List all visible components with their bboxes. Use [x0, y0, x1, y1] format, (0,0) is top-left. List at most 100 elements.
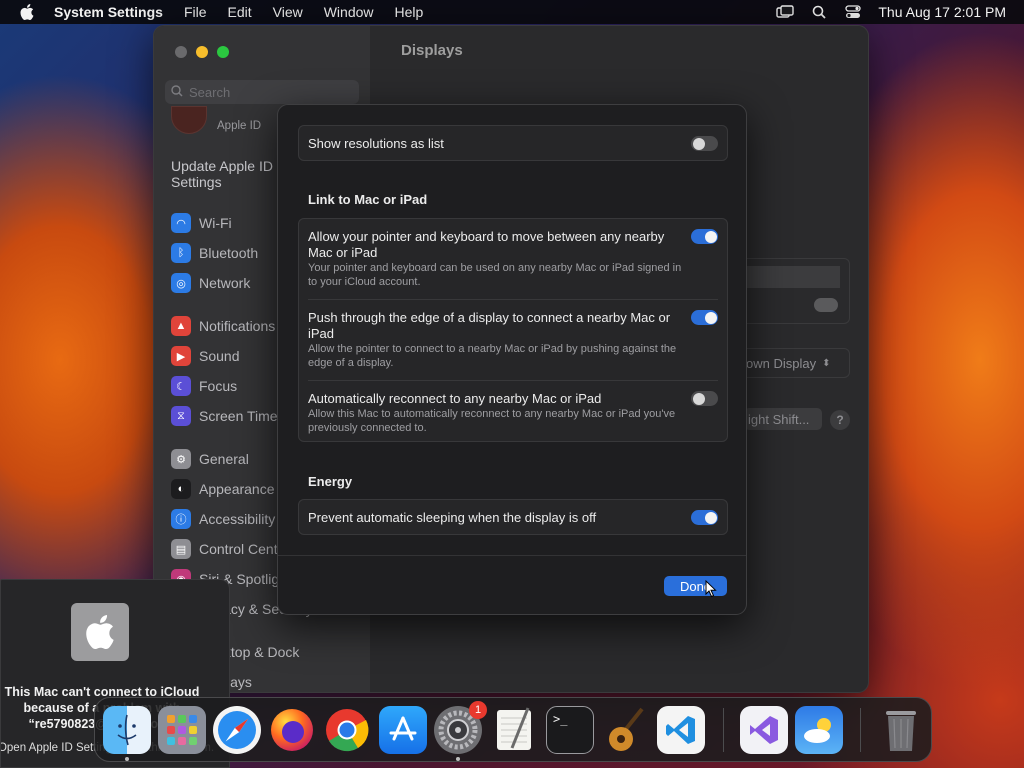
screen-mirroring-icon[interactable] — [776, 4, 795, 20]
apple-id-label: Apple ID — [217, 120, 262, 132]
menu-bar: System Settings File Edit View Window He… — [0, 0, 1024, 24]
gear-icon: ⚙ — [171, 449, 191, 469]
done-button[interactable]: Done — [664, 576, 727, 596]
display-popup[interactable]: own Display ⬍ — [744, 348, 850, 378]
night-shift-button[interactable]: ight Shift... — [744, 408, 822, 430]
terminal-prompt: >_ — [553, 712, 568, 726]
dock: 1 >_ — [94, 697, 932, 762]
globe-icon: ◎ — [171, 273, 191, 293]
sidebar-item-screen-time[interactable]: ⧖ Screen Time — [171, 404, 278, 428]
moon-icon: ☾ — [171, 376, 191, 396]
footer-divider — [278, 555, 746, 556]
sidebar-item-bluetooth[interactable]: ᛒ Bluetooth — [171, 241, 258, 265]
minimize-window-button[interactable] — [196, 46, 208, 58]
auto-reconnect-row: Automatically reconnect to any nearby Ma… — [299, 381, 727, 443]
trash-icon[interactable] — [877, 706, 925, 754]
sidebar-item-notifications[interactable]: ▲ Notifications — [171, 314, 275, 338]
push-through-row: Push through the edge of a display to co… — [299, 300, 727, 380]
firefox-icon[interactable] — [268, 706, 316, 754]
app-store-icon[interactable] — [379, 706, 427, 754]
accessibility-icon: ⓘ — [171, 509, 191, 529]
link-group: Allow your pointer and keyboard to move … — [298, 218, 728, 442]
running-indicator — [125, 757, 129, 761]
close-window-button[interactable] — [175, 46, 187, 58]
launchpad-icon[interactable] — [158, 706, 206, 754]
system-settings-icon[interactable]: 1 — [434, 701, 487, 754]
menu-file[interactable]: File — [184, 4, 207, 20]
menu-help[interactable]: Help — [395, 4, 424, 20]
finder-icon[interactable] — [103, 706, 151, 754]
apple-menu-icon[interactable] — [20, 4, 34, 20]
search-input[interactable] — [189, 84, 349, 100]
control-centre-icon[interactable] — [844, 4, 862, 20]
auto-reconnect-desc: Allow this Mac to automatically reconnec… — [308, 408, 676, 434]
sidebar-item-appearance[interactable]: ◐ Appearance — [171, 477, 275, 501]
sidebar-item-sound[interactable]: ▶ Sound — [171, 344, 239, 368]
vscode-icon[interactable] — [657, 706, 705, 754]
auto-reconnect-toggle[interactable] — [691, 391, 718, 406]
safari-icon[interactable] — [213, 706, 261, 754]
menu-app-name[interactable]: System Settings — [54, 4, 163, 20]
auto-reconnect-label: Automatically reconnect to any nearby Ma… — [308, 391, 602, 406]
dock-separator — [723, 708, 724, 752]
sidebar-item-label: Accessibility — [199, 511, 276, 527]
terminal-icon[interactable]: >_ — [546, 706, 594, 754]
help-button[interactable]: ? — [830, 410, 850, 430]
mouse-pointer-icon — [705, 580, 717, 598]
search-icon — [171, 84, 183, 100]
speaker-icon: ▶ — [171, 346, 191, 366]
garageband-icon[interactable] — [602, 706, 650, 754]
sidebar-item-label: Notifications — [199, 318, 276, 334]
sidebar-item-control-centre[interactable]: ▤ Control Centre — [171, 537, 290, 561]
chevron-updown-icon: ⬍ — [822, 357, 831, 369]
pointer-keyboard-row: Allow your pointer and keyboard to move … — [299, 219, 727, 299]
menu-bar-clock[interactable]: Thu Aug 17 2:01 PM — [878, 4, 1006, 20]
prevent-sleep-label: Prevent automatic sleeping when the disp… — [308, 510, 597, 525]
sidebar-item-wi-fi[interactable]: ◠ Wi-Fi — [171, 211, 232, 235]
zoom-window-button[interactable] — [217, 46, 229, 58]
sidebar-item-accessibility[interactable]: ⓘ Accessibility — [171, 507, 275, 531]
prevent-sleep-row: Prevent automatic sleeping when the disp… — [299, 500, 727, 536]
running-indicator — [456, 757, 460, 761]
visual-studio-icon[interactable] — [740, 706, 788, 754]
show-resolutions-toggle[interactable] — [691, 136, 718, 151]
show-resolutions-row: Show resolutions as list — [299, 126, 727, 162]
menu-edit[interactable]: Edit — [228, 4, 252, 20]
weather-icon[interactable] — [795, 706, 843, 754]
apple-logo-icon — [71, 603, 129, 661]
pointer-keyboard-label: Allow your pointer and keyboard to move … — [308, 229, 665, 260]
pointer-keyboard-desc: Your pointer and keyboard can be used on… — [308, 262, 682, 288]
hourglass-icon: ⧖ — [171, 406, 191, 426]
advanced-displays-sheet: Show resolutions as list Link to Mac or … — [277, 104, 747, 615]
notification-badge: 1 — [469, 701, 487, 719]
prevent-sleep-toggle[interactable] — [691, 510, 718, 525]
sidebar-item-general[interactable]: ⚙ General — [171, 447, 249, 471]
control-centre-icon: ▤ — [171, 539, 191, 559]
page-title: Displays — [401, 42, 463, 59]
update-apple-id-link[interactable]: Update Apple ID Settings — [171, 158, 291, 190]
textedit-icon[interactable] — [490, 706, 538, 754]
push-through-toggle[interactable] — [691, 310, 718, 325]
sidebar-item-focus[interactable]: ☾ Focus — [171, 374, 237, 398]
sidebar-item-network[interactable]: ◎ Network — [171, 271, 250, 295]
chrome-icon[interactable] — [323, 706, 371, 754]
brightness-slider[interactable] — [744, 266, 840, 288]
link-section-heading: Link to Mac or iPad — [308, 192, 428, 207]
energy-section-heading: Energy — [308, 474, 353, 489]
menu-view[interactable]: View — [273, 4, 303, 20]
energy-group: Prevent automatic sleeping when the disp… — [298, 499, 728, 535]
wifi-icon: ◠ — [171, 213, 191, 233]
sidebar-search[interactable] — [165, 80, 359, 104]
sidebar-item-label: General — [199, 451, 249, 467]
display-popup-label: own Display — [746, 355, 817, 371]
menu-window[interactable]: Window — [324, 4, 374, 20]
bluetooth-icon: ᛒ — [171, 243, 191, 263]
show-resolutions-label: Show resolutions as list — [308, 136, 444, 151]
window-controls — [175, 46, 229, 58]
appearance-icon: ◐ — [171, 479, 191, 499]
spotlight-search-icon[interactable] — [810, 4, 828, 20]
sidebar-item-label: Sound — [199, 348, 240, 364]
auto-brightness-toggle[interactable] — [814, 298, 838, 312]
sidebar-item-label: Focus — [199, 378, 238, 394]
pointer-keyboard-toggle[interactable] — [691, 229, 718, 244]
